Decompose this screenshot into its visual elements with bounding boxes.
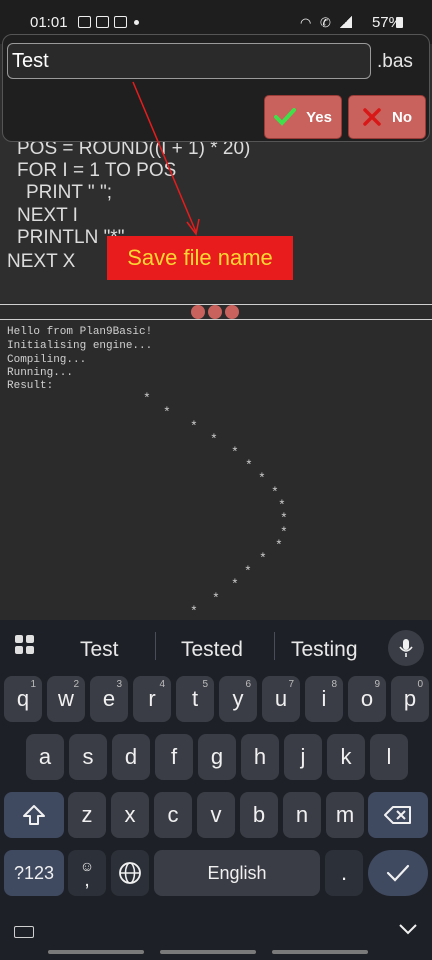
annotation-label: Save file name bbox=[107, 236, 293, 280]
console-output-star: * bbox=[231, 445, 239, 460]
key-h[interactable]: h bbox=[241, 734, 279, 780]
language-key[interactable] bbox=[111, 850, 149, 896]
key-a[interactable]: a bbox=[26, 734, 64, 780]
drag-handle-dot[interactable] bbox=[225, 305, 239, 319]
keyboard-icon[interactable] bbox=[14, 926, 34, 938]
console-output-star: * bbox=[143, 391, 151, 406]
key-o[interactable]: o9 bbox=[348, 676, 386, 722]
console-output-star: * bbox=[212, 591, 220, 606]
console-output-star: * bbox=[231, 577, 239, 592]
chevron-down-icon[interactable] bbox=[398, 922, 418, 936]
console-line: Running... bbox=[7, 367, 74, 379]
space-bar[interactable]: English bbox=[154, 850, 320, 896]
drag-handle-dot[interactable] bbox=[191, 305, 205, 319]
suggestion-3[interactable]: Testing bbox=[291, 638, 358, 662]
console-output-star: * bbox=[275, 538, 283, 553]
drag-handle-dot[interactable] bbox=[208, 305, 222, 319]
key-q[interactable]: q1 bbox=[4, 676, 42, 722]
console-line: Hello from Plan9Basic! bbox=[7, 326, 153, 338]
key-z[interactable]: z bbox=[68, 792, 106, 838]
suggestion-separator bbox=[274, 632, 275, 660]
symbols-key[interactable]: ?123 bbox=[4, 850, 64, 896]
key-x[interactable]: x bbox=[111, 792, 149, 838]
suggestion-2[interactable]: Tested bbox=[181, 638, 243, 662]
key-j[interactable]: j bbox=[284, 734, 322, 780]
shift-icon[interactable] bbox=[4, 792, 64, 838]
key-n[interactable]: n bbox=[283, 792, 321, 838]
key-s[interactable]: s bbox=[69, 734, 107, 780]
console-output-star: * bbox=[258, 471, 266, 486]
suggestion-separator bbox=[155, 632, 156, 660]
globe-icon bbox=[119, 862, 141, 884]
apps-grid-icon[interactable] bbox=[14, 634, 36, 656]
console-output-star: * bbox=[210, 432, 218, 447]
console-output-star: * bbox=[244, 564, 252, 579]
console-line: Compiling... bbox=[7, 354, 87, 366]
on-screen-keyboard: Test Tested Testing q1w2e3r4t5y6u7i8o9p0… bbox=[0, 620, 432, 960]
emoji-comma-key[interactable]: ☺, bbox=[68, 850, 106, 896]
key-p[interactable]: p0 bbox=[391, 676, 429, 722]
key-period[interactable]: . bbox=[325, 850, 363, 896]
key-g[interactable]: g bbox=[198, 734, 236, 780]
key-k[interactable]: k bbox=[327, 734, 365, 780]
console-output-star: * bbox=[280, 511, 288, 526]
key-r[interactable]: r4 bbox=[133, 676, 171, 722]
mic-icon[interactable] bbox=[388, 630, 424, 666]
key-v[interactable]: v bbox=[197, 792, 235, 838]
key-i[interactable]: i8 bbox=[305, 676, 343, 722]
console-output-star: * bbox=[259, 551, 267, 566]
console-output-star: * bbox=[190, 604, 198, 619]
output-console: Hello from Plan9Basic! Initialising engi… bbox=[0, 321, 432, 621]
key-u[interactable]: u7 bbox=[262, 676, 300, 722]
console-output-star: * bbox=[190, 419, 198, 434]
console-line: Result: bbox=[7, 380, 54, 392]
console-output-star: * bbox=[245, 458, 253, 473]
suggestion-1[interactable]: Test bbox=[80, 638, 119, 662]
nav-bar-segment bbox=[160, 950, 256, 954]
nav-bar-segment bbox=[272, 950, 368, 954]
key-b[interactable]: b bbox=[240, 792, 278, 838]
key-d[interactable]: d bbox=[112, 734, 150, 780]
key-m[interactable]: m bbox=[326, 792, 364, 838]
key-e[interactable]: e3 bbox=[90, 676, 128, 722]
key-l[interactable]: l bbox=[370, 734, 408, 780]
backspace-icon[interactable] bbox=[368, 792, 428, 838]
nav-bar-segment bbox=[48, 950, 144, 954]
key-w[interactable]: w2 bbox=[47, 676, 85, 722]
key-y[interactable]: y6 bbox=[219, 676, 257, 722]
console-line: Initialising engine... bbox=[7, 340, 153, 352]
key-t[interactable]: t5 bbox=[176, 676, 214, 722]
enter-check-icon[interactable] bbox=[368, 850, 428, 896]
console-output-star: * bbox=[163, 405, 171, 420]
key-c[interactable]: c bbox=[154, 792, 192, 838]
key-f[interactable]: f bbox=[155, 734, 193, 780]
